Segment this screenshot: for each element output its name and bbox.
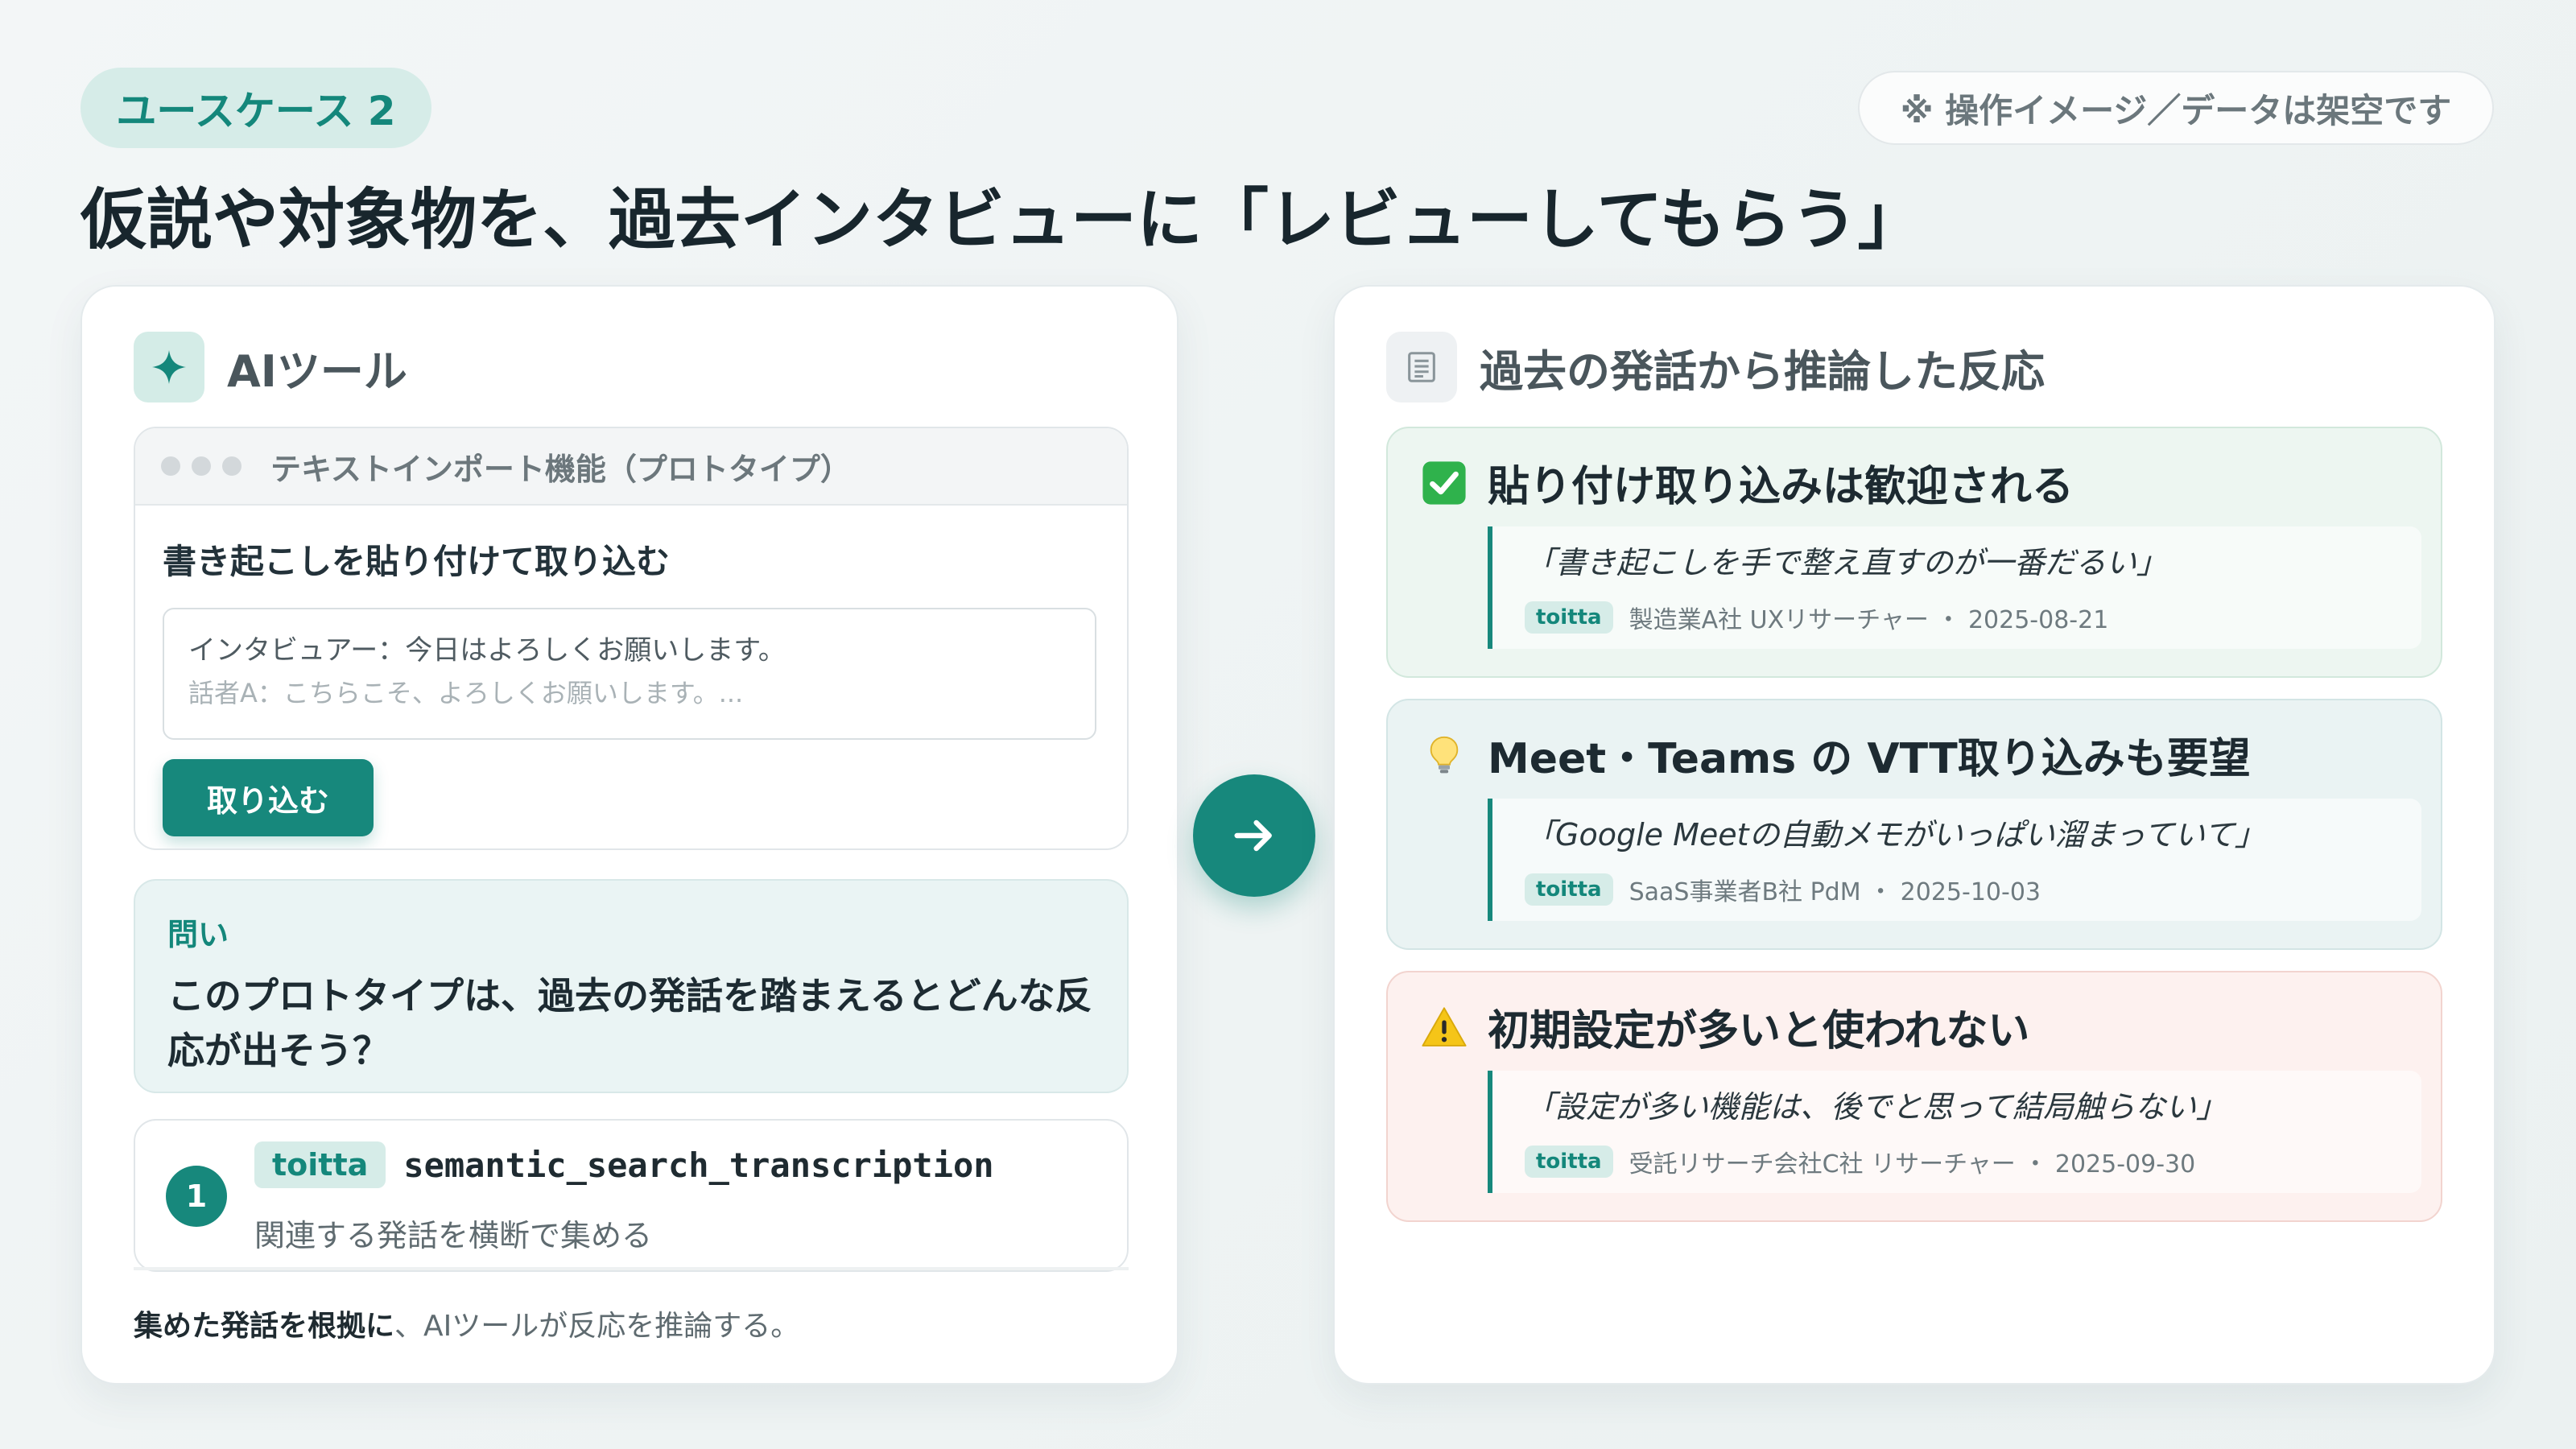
warning-icon: [1418, 1001, 1470, 1053]
evidence-quote: 「Google Meetの自動メモがいっぱい溜まっていて」 toitta Saa…: [1488, 799, 2421, 921]
question-label: 問い: [167, 917, 229, 952]
document-icon: [1386, 332, 1457, 402]
ai-tool-header: AIツール: [134, 332, 407, 402]
prototype-titlebar: テキストインポート機能（プロトタイプ）: [135, 428, 1127, 506]
quote-source: 受託リサーチ会社C社 リサーチャー ・ 2025-09-30: [1629, 1150, 2196, 1179]
slide: ユースケース 2 ※ 操作イメージ／データは架空です 仮説や対象物を、過去インタ…: [0, 0, 2576, 1449]
check-mark-icon: [1418, 457, 1470, 509]
finding-card: 貼り付け取り込みは歓迎される 「書き起こしを手で整え直すのが一番だるい」 toi…: [1386, 427, 2442, 678]
window-dot-icon: [161, 456, 180, 476]
prototype-window-title: テキストインポート機能（プロトタイプ）: [270, 451, 851, 487]
tool-description: 関連する発話を横断で集める: [254, 1218, 653, 1253]
toitta-chip: toitta: [1525, 601, 1613, 634]
ai-tool-panel: AIツール テキストインポート機能（プロトタイプ） 書き起こしを貼り付けて取り込…: [80, 285, 1179, 1385]
inferred-reactions-title: 過去の発話から推論した反応: [1480, 345, 2045, 397]
finding-card: 初期設定が多いと使われない 「設定が多い機能は、後でと思って結局触らない」 to…: [1386, 971, 2442, 1222]
page-title: 仮説や対象物を、過去インタビューに「レビューしてもらう」: [80, 182, 1924, 258]
question-text: このプロトタイプは、過去の発話を踏まえるとどんな反応が出そう？: [167, 974, 1092, 1072]
lightbulb-icon: [1418, 729, 1470, 781]
quote-text: 「Google Meetの自動メモがいっぱい溜まっていて」: [1525, 817, 2265, 852]
usecase-badge: ユースケース 2: [80, 68, 431, 148]
textarea-line: 話者A：こちらこそ、よろしくお願いします。...: [188, 678, 744, 708]
import-button[interactable]: 取り込む: [163, 759, 374, 836]
toitta-chip: toitta: [1525, 873, 1613, 906]
summary-emphasis: 集めた発話を根拠に: [134, 1310, 395, 1343]
sparkle-icon: [134, 332, 204, 402]
quote-text: 「設定が多い機能は、後でと思って結局触らない」: [1525, 1089, 2227, 1125]
ai-tool-title: AIツール: [227, 345, 407, 397]
quote-source: 製造業A社 UXリサーチャー ・ 2025-08-21: [1629, 606, 2109, 634]
step-number-badge: 1: [166, 1166, 227, 1227]
finding-title: 初期設定が多いと使われない: [1488, 1007, 2030, 1055]
quote-source: SaaS事業者B社 PdM ・ 2025-10-03: [1629, 878, 2041, 906]
finding-title: 貼り付け取り込みは歓迎される: [1488, 463, 2074, 511]
prototype-heading: 書き起こしを貼り付けて取り込む: [163, 542, 671, 581]
evidence-quote: 「書き起こしを手で整え直すのが一番だるい」 toitta 製造業A社 UXリサー…: [1488, 526, 2421, 649]
arrow-right-icon: [1193, 774, 1315, 897]
evidence-quote: 「設定が多い機能は、後でと思って結局触らない」 toitta 受託リサーチ会社C…: [1488, 1071, 2421, 1193]
tool-step: 1 toitta semantic_search_transcription 関…: [134, 1119, 1129, 1272]
prototype-window: テキストインポート機能（プロトタイプ） 書き起こしを貼り付けて取り込む インタビ…: [134, 427, 1129, 850]
window-dot-icon: [192, 456, 211, 476]
toitta-chip: toitta: [254, 1141, 386, 1188]
summary-text: 集めた発話を根拠に、AIツールが反応を推論する。: [134, 1302, 799, 1344]
finding-card: Meet・Teams の VTT取り込みも要望 「Google Meetの自動メ…: [1386, 699, 2442, 950]
textarea-line: インタビュアー：今日はよろしくお願いします。: [188, 634, 786, 667]
inferred-reactions-panel: 過去の発話から推論した反応 貼り付け取り込みは歓迎される 「書き起こしを手で整え…: [1333, 285, 2496, 1385]
transcript-textarea[interactable]: インタビュアー：今日はよろしくお願いします。 話者A：こちらこそ、よろしくお願い…: [163, 608, 1096, 740]
finding-title: Meet・Teams の VTT取り込みも要望: [1488, 735, 2251, 783]
divider: [134, 1267, 1129, 1270]
tool-name: semantic_search_transcription: [403, 1145, 994, 1185]
question-box: 問い このプロトタイプは、過去の発話を踏まえるとどんな反応が出そう？: [134, 879, 1129, 1093]
disclaimer-pill: ※ 操作イメージ／データは架空です: [1858, 71, 2494, 145]
window-dot-icon: [222, 456, 242, 476]
quote-text: 「書き起こしを手で整え直すのが一番だるい」: [1525, 545, 2168, 580]
toitta-chip: toitta: [1525, 1146, 1613, 1178]
summary-rest: 、AIツールが反応を推論する。: [394, 1310, 800, 1343]
inferred-reactions-header: 過去の発話から推論した反応: [1386, 332, 2045, 402]
